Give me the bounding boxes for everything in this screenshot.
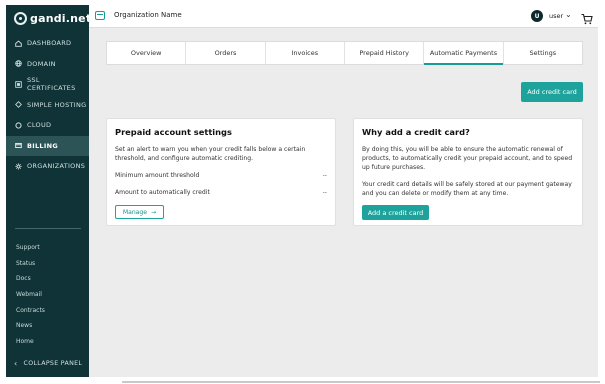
- horizontal-scrollbar[interactable]: [122, 381, 600, 383]
- sidebar-item-label: DASHBOARD: [27, 39, 72, 48]
- sidebar-item-organizations[interactable]: ORGANIZATIONS: [6, 156, 89, 177]
- card-title: Prepaid account settings: [115, 127, 232, 137]
- logo-icon: [14, 11, 27, 25]
- manage-button[interactable]: Manage →: [115, 205, 164, 219]
- sidebar: gandi.net DASHBOARD DOMAIN SSL CERTIFICA…: [6, 5, 91, 377]
- sidebar-item-domain[interactable]: DOMAIN: [6, 54, 89, 75]
- hosting-icon: [15, 101, 22, 109]
- sidebar-item-ssl-certificates[interactable]: SSL CERTIFICATES: [6, 74, 89, 95]
- add-a-credit-card-button[interactable]: Add a credit card: [362, 205, 429, 220]
- app-window: gandi.net DASHBOARD DOMAIN SSL CERTIFICA…: [6, 5, 598, 377]
- billing-tabs: Overview Orders Invoices Prepaid History…: [106, 41, 583, 65]
- collapse-panel-button[interactable]: ‹ COLLAPSE PANEL: [14, 359, 82, 368]
- link-home[interactable]: Home: [16, 334, 45, 350]
- dashboard-icon: [15, 40, 22, 47]
- sidebar-links: Support Status Docs Webmail Contracts Ne…: [16, 240, 45, 349]
- link-contracts[interactable]: Contracts: [16, 302, 45, 318]
- prepaid-settings-card: Prepaid account settings Set an alert to…: [106, 118, 336, 226]
- link-status[interactable]: Status: [16, 256, 45, 272]
- manage-label: Manage: [122, 208, 148, 216]
- tab-overview[interactable]: Overview: [107, 42, 187, 64]
- sidebar-item-dashboard[interactable]: DASHBOARD: [6, 33, 89, 54]
- sidebar-item-label: CLOUD: [27, 121, 52, 130]
- sidebar-nav: DASHBOARD DOMAIN SSL CERTIFICATES SIMPLE…: [6, 33, 89, 177]
- globe-icon: [15, 60, 22, 67]
- organization-name[interactable]: Organization Name: [114, 11, 182, 19]
- link-docs[interactable]: Docs: [16, 271, 45, 287]
- chevron-left-icon: ‹: [14, 359, 18, 368]
- why-credit-card-card: Why add a credit card? By doing this, yo…: [353, 118, 583, 226]
- link-webmail[interactable]: Webmail: [16, 287, 45, 303]
- top-bar: Organization Name U user ⌄: [89, 5, 598, 28]
- tab-invoices[interactable]: Invoices: [266, 42, 345, 64]
- chevron-down-icon[interactable]: ⌄: [565, 10, 572, 19]
- tab-orders[interactable]: Orders: [186, 42, 266, 64]
- sidebar-item-billing[interactable]: BILLING: [6, 135, 89, 156]
- organization-card-icon[interactable]: [95, 11, 105, 20]
- sidebar-item-label: SSL CERTIFICATES: [27, 76, 76, 93]
- arrow-right-icon: →: [151, 208, 157, 216]
- sidebar-item-label: DOMAIN: [27, 59, 56, 68]
- link-support[interactable]: Support: [16, 240, 45, 256]
- tab-automatic-payments[interactable]: Automatic Payments: [424, 42, 504, 65]
- why-paragraph-1: By doing this, you will be able to ensur…: [362, 146, 573, 171]
- tab-settings[interactable]: Settings: [504, 42, 582, 64]
- min-threshold-value: --: [322, 172, 327, 179]
- link-news[interactable]: News: [16, 318, 45, 334]
- user-name[interactable]: user: [549, 12, 563, 20]
- auto-credit-value: --: [322, 189, 327, 196]
- gandi-logo[interactable]: gandi.net: [14, 10, 91, 26]
- auto-credit-label: Amount to automatically credit: [115, 189, 210, 196]
- cart-icon[interactable]: [581, 10, 593, 25]
- min-threshold-label: Minimum amount threshold: [115, 172, 200, 179]
- gear-icon: [15, 163, 22, 170]
- why-paragraph-2: Your credit card details will be safely …: [362, 181, 572, 197]
- collapse-panel-label: COLLAPSE PANEL: [23, 360, 83, 367]
- add-credit-card-button[interactable]: Add credit card: [521, 82, 583, 102]
- sidebar-item-simple-hosting[interactable]: SIMPLE HOSTING: [6, 95, 89, 116]
- sidebar-item-label: ORGANIZATIONS: [27, 162, 86, 171]
- card-title: Why add a credit card?: [362, 127, 470, 137]
- logo-text: gandi.net: [30, 11, 92, 25]
- sidebar-divider: [15, 228, 81, 229]
- tab-prepaid-history[interactable]: Prepaid History: [345, 42, 425, 64]
- card-description: Set an alert to warn you when your credi…: [115, 146, 306, 162]
- sidebar-item-label: SIMPLE HOSTING: [27, 100, 87, 109]
- sidebar-item-cloud[interactable]: CLOUD: [6, 115, 89, 136]
- sidebar-item-label: BILLING: [27, 141, 58, 150]
- certificate-icon: [15, 81, 22, 88]
- cloud-icon: [15, 122, 22, 129]
- avatar[interactable]: U: [531, 10, 543, 22]
- billing-icon: [15, 142, 22, 149]
